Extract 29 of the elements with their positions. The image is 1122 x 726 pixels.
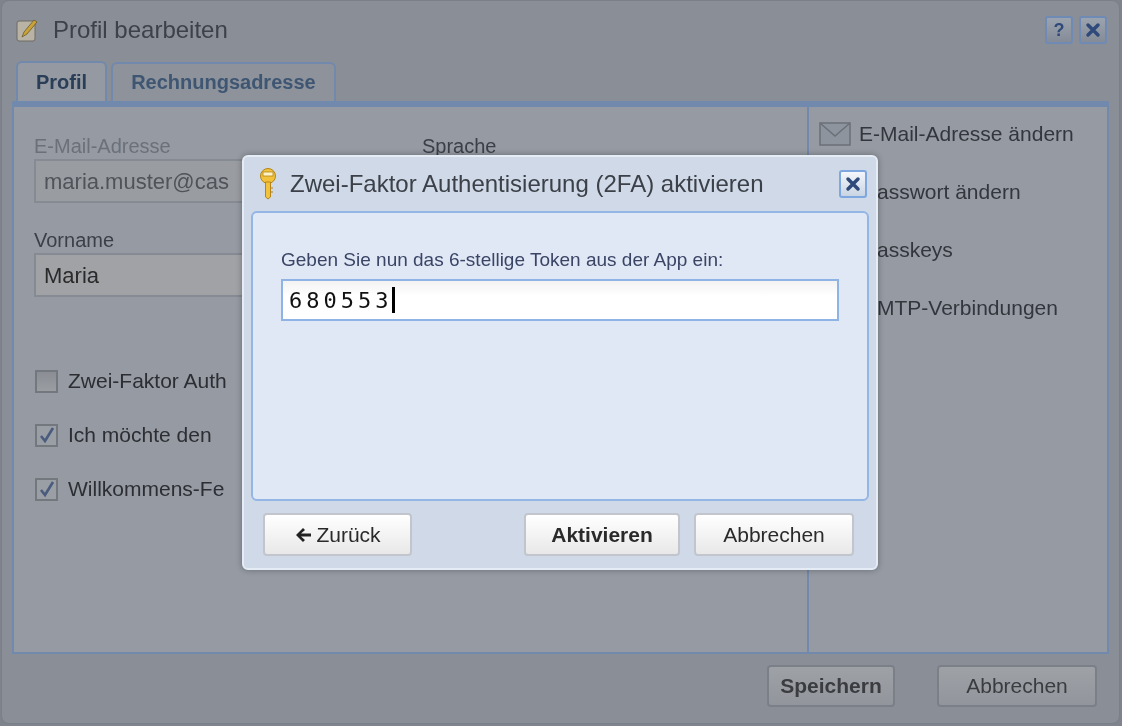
checkbox[interactable] xyxy=(35,477,58,501)
back-button[interactable]: Zurück xyxy=(263,513,412,556)
arrow-left-icon xyxy=(294,525,313,544)
pencil-icon xyxy=(16,18,38,42)
checkbox[interactable] xyxy=(35,369,58,393)
sidebar-link[interactable]: asskeys xyxy=(877,238,953,262)
tab[interactable]: Rechnungsadresse xyxy=(111,62,336,101)
checkbox-label: Willkommens-Fe xyxy=(68,477,225,501)
cancel-button[interactable]: Abbrechen xyxy=(694,513,854,556)
key-icon xyxy=(258,168,278,200)
sidebar-link[interactable]: asswort ändern xyxy=(877,180,1021,204)
checkbox-label: Ich möchte den xyxy=(68,423,212,447)
activate-button[interactable]: Aktivieren xyxy=(524,513,680,556)
sidebar-link[interactable]: MTP-Verbindungen xyxy=(877,296,1058,320)
window-title: Profil bearbeiten xyxy=(53,16,229,44)
field-label: Vorname xyxy=(34,229,116,253)
text-cursor xyxy=(392,287,396,313)
envelope-icon xyxy=(819,122,851,146)
checkbox-label: Zwei-Faktor Auth xyxy=(68,369,227,393)
cancel-button[interactable]: Abbrechen xyxy=(937,665,1097,707)
token-field[interactable]: 680553 xyxy=(281,279,839,321)
tab[interactable]: Profil xyxy=(16,61,108,101)
help-button[interactable]: ? xyxy=(1045,16,1073,44)
field-label: Sprache xyxy=(422,135,497,159)
sidebar-link[interactable]: E-Mail-Adresse ändern xyxy=(859,122,1074,146)
checkbox[interactable] xyxy=(35,423,58,447)
close-button[interactable] xyxy=(1079,16,1107,44)
save-button[interactable]: Speichern xyxy=(767,665,895,707)
close-button[interactable] xyxy=(839,170,867,198)
